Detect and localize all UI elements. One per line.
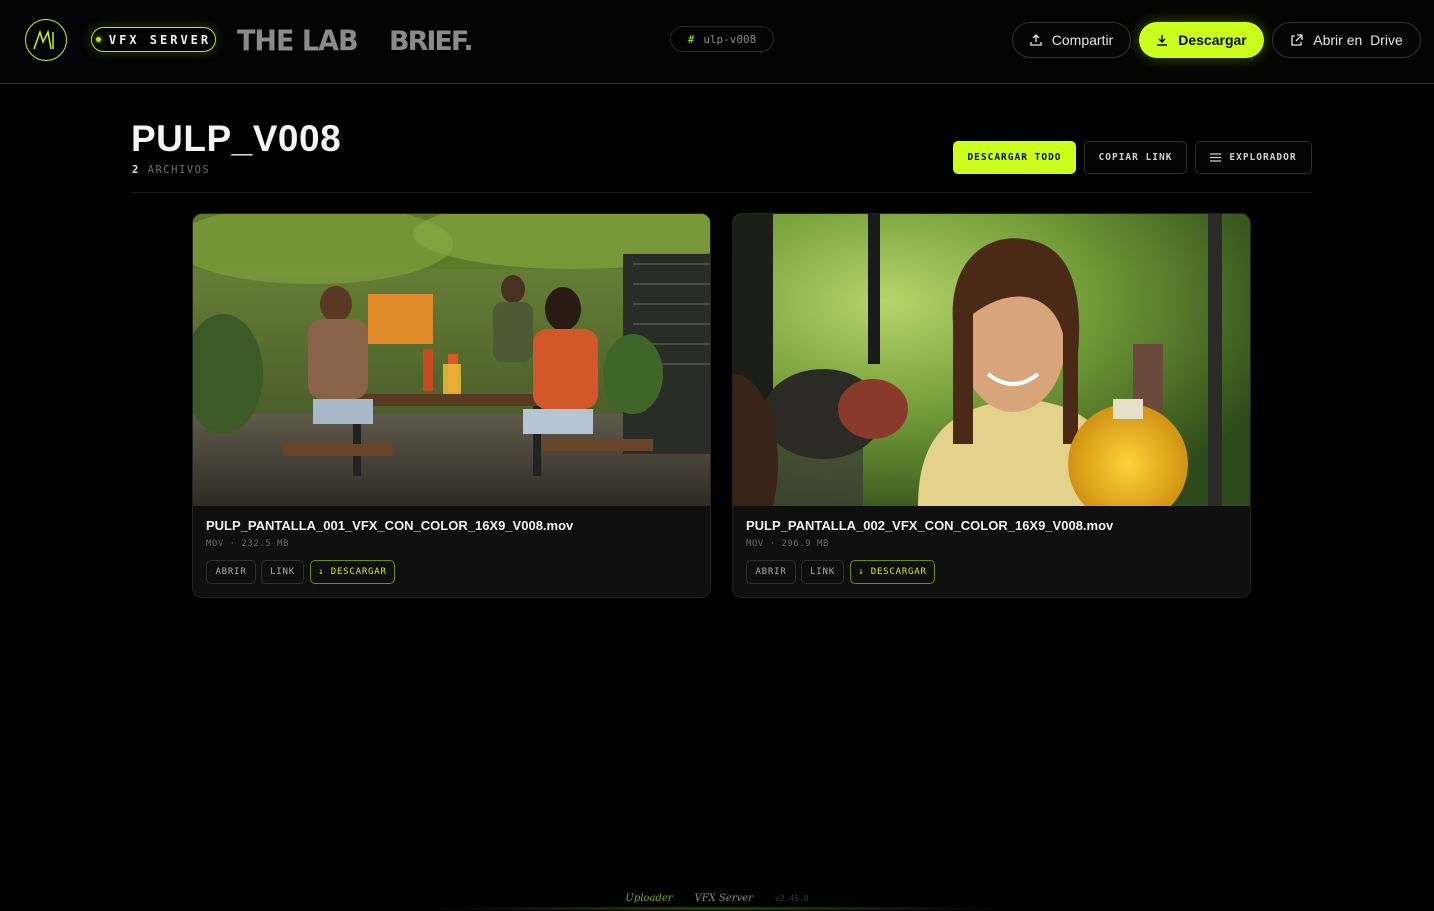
brand-brief: BRIEF. — [389, 26, 474, 57]
share-button[interactable]: Compartir — [1012, 22, 1131, 58]
footer-uploader-link[interactable]: Uploader — [625, 893, 672, 904]
copy-link-button[interactable]: COPIAR LINK — [1084, 141, 1187, 174]
vfx-server-badge: VFX SERVER — [91, 27, 216, 52]
file-name: PULP_PANTALLA_001_VFX_CON_COLOR_16X9_V00… — [206, 518, 574, 533]
folder-tag-value: ulp-v008 — [703, 32, 757, 46]
open-in-drive-button[interactable]: Abrir en Drive — [1272, 22, 1421, 58]
file-meta: MOV · 232.5 MB — [206, 539, 289, 549]
thumbnail-image-1 — [193, 214, 710, 506]
video-thumbnail[interactable] — [193, 214, 710, 506]
footer-glow — [417, 906, 1017, 911]
download-all-button[interactable]: DESCARGAR TODO — [953, 141, 1076, 174]
link-button[interactable]: LINK — [261, 560, 304, 584]
explorer-label: EXPLORADOR — [1229, 152, 1297, 163]
file-meta: MOV · 296.9 MB — [746, 539, 829, 549]
section-divider — [131, 192, 1312, 193]
download-icon — [1157, 35, 1168, 46]
file-download-button[interactable]: ↓ DESCARGAR — [850, 560, 935, 584]
file-card[interactable]: PULP_PANTALLA_001_VFX_CON_COLOR_16X9_V00… — [192, 213, 711, 598]
folder-tag: # ulp-v008 — [670, 26, 774, 52]
explorer-button[interactable]: EXPLORADOR — [1195, 141, 1312, 174]
menu-icon — [1210, 153, 1222, 162]
download-label: Descargar — [1178, 32, 1247, 48]
hash-icon: # — [687, 32, 695, 46]
footer-server-label: VFX Server — [694, 892, 753, 904]
share-label: Compartir — [1051, 32, 1114, 48]
file-count: 2 ARCHIVOS — [132, 164, 210, 176]
vfx-server-label: VFX SERVER — [108, 32, 212, 47]
logo[interactable] — [25, 19, 67, 61]
upload-icon — [1030, 34, 1042, 46]
file-download-button[interactable]: ↓ DESCARGAR — [310, 560, 395, 584]
video-thumbnail[interactable] — [733, 214, 1250, 506]
file-count-label: ARCHIVOS — [147, 164, 211, 176]
thumbnail-image-2 — [733, 214, 1250, 506]
footer-version: v2.45.0 — [774, 893, 809, 903]
open-in-drive-label: Abrir en Drive — [1313, 32, 1403, 48]
logo-mark-icon — [33, 30, 54, 50]
page-title: PULP_V008 — [131, 118, 342, 159]
top-header: VFX SERVER THE LAB BRIEF. # ulp-v008 Com… — [0, 0, 1434, 84]
link-button[interactable]: LINK — [801, 560, 844, 584]
download-button[interactable]: Descargar — [1139, 22, 1264, 58]
file-name: PULP_PANTALLA_002_VFX_CON_COLOR_16X9_V00… — [746, 518, 1114, 533]
status-dot-icon — [95, 37, 101, 42]
footer: Uploader VFX Server v2.45.0 — [0, 890, 1434, 906]
brand-the-lab: THE LAB — [237, 25, 359, 58]
open-button[interactable]: ABRIR — [206, 560, 256, 584]
open-button[interactable]: ABRIR — [746, 560, 796, 584]
file-card[interactable]: PULP_PANTALLA_002_VFX_CON_COLOR_16X9_V00… — [732, 213, 1251, 598]
file-count-number: 2 — [132, 164, 140, 176]
external-link-icon — [1291, 33, 1303, 46]
